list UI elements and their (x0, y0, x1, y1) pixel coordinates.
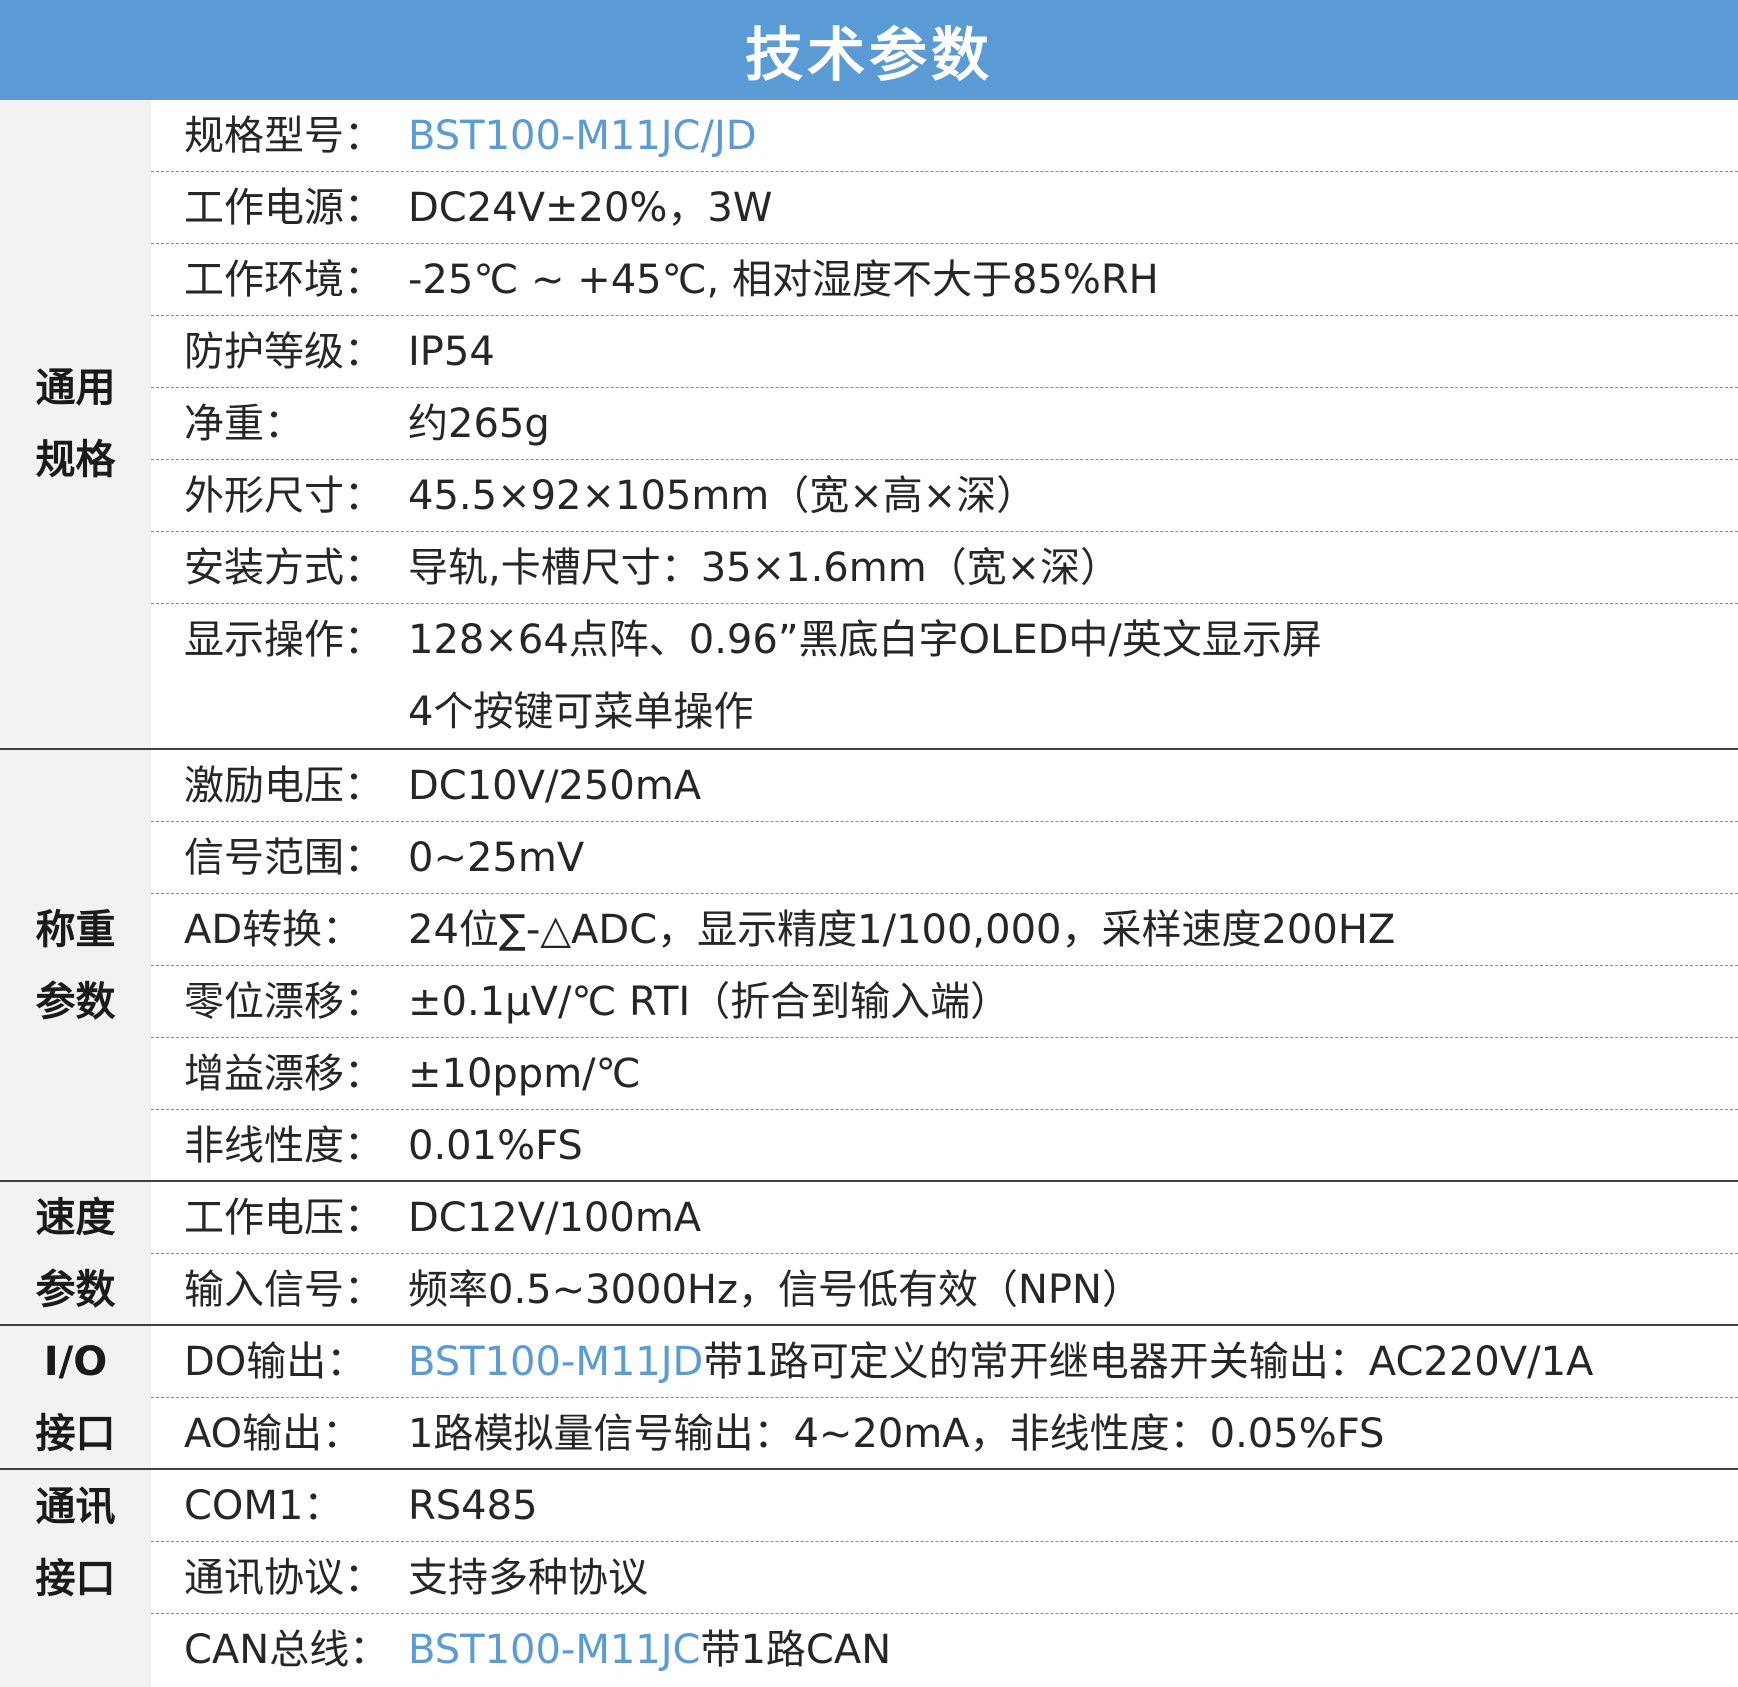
table-row: CAN总线： BST100-M11JC带1路CAN (151, 1614, 1738, 1686)
table-row: AD转换： 24位∑-△ADC，显示精度1/100,000，采样速度200HZ (151, 894, 1738, 966)
row-value: 128×64点阵、0.96”黑底白字OLED中/英文显示屏 4个按键可菜单操作 (408, 604, 1322, 748)
section-label-line: I/O (43, 1339, 108, 1385)
row-label: 净重： (184, 401, 304, 447)
table-row: AO输出： 1路模拟量信号输出：4~20mA，非线性度：0.05%FS (151, 1398, 1738, 1470)
row-label: 增益漂移： (184, 1051, 384, 1097)
section-label-line: 称重 (35, 907, 116, 953)
row-label: 通讯协议： (184, 1555, 384, 1601)
row-value: ±0.1μV/℃ RTI（折合到输入端） (408, 979, 1011, 1025)
section-label: 速度 参数 (0, 1182, 151, 1326)
row-value-line: 128×64点阵、0.96”黑底白字OLED中/英文显示屏 (408, 617, 1322, 663)
section-label-line: 接口 (35, 1411, 116, 1457)
spec-sheet: 技术参数 通用 规格 规格型号： BST100-M11JC/JD 工作电源： D… (0, 0, 1738, 1687)
row-value: BST100-M11JD带1路可定义的常开继电器开关输出：AC220V/1A (408, 1326, 1593, 1398)
section-comm: 通讯 接口 COM1： RS485 通讯协议： 支持多种协议 CAN总线： BS… (0, 1468, 1738, 1687)
table-row: 净重： 约265g (151, 388, 1738, 460)
row-value: RS485 (408, 1483, 538, 1529)
model-highlight: BST100-M11JC (408, 1627, 701, 1673)
row-label: 显示操作： (184, 617, 384, 663)
section-label-line: 接口 (35, 1555, 116, 1602)
row-value: -25℃ ~ +45℃, 相对湿度不大于85%RH (408, 257, 1159, 303)
table-row: 防护等级： IP54 (151, 316, 1738, 388)
section-label: I/O 接口 (0, 1326, 151, 1470)
row-list: 工作电压： DC12V/100mA 输入信号： 频率0.5~3000Hz，信号低… (151, 1182, 1738, 1326)
row-value: IP54 (408, 329, 495, 375)
row-label: DO输出： (184, 1339, 367, 1385)
row-label: AO输出： (184, 1411, 363, 1457)
row-value: 约265g (408, 401, 550, 447)
table-row: 规格型号： BST100-M11JC/JD (151, 100, 1738, 172)
row-label: 防护等级： (184, 329, 384, 375)
row-value: 45.5×92×105mm（宽×高×深） (408, 473, 1037, 519)
row-list: 激励电压： DC10V/250mA 信号范围： 0~25mV AD转换： 24位… (151, 750, 1738, 1182)
section-label-line: 参数 (35, 1267, 116, 1313)
table-row: 信号范围： 0~25mV (151, 822, 1738, 894)
row-label: 信号范围： (184, 835, 384, 881)
table-row: 非线性度： 0.01%FS (151, 1110, 1738, 1182)
row-value: BST100-M11JC带1路CAN (408, 1614, 891, 1686)
section-general: 通用 规格 规格型号： BST100-M11JC/JD 工作电源： DC24V±… (0, 100, 1738, 748)
row-label: 激励电压： (184, 763, 384, 809)
row-value: ±10ppm/℃ (408, 1051, 641, 1097)
title-text: 技术参数 (744, 21, 993, 89)
row-label: 工作环境： (184, 257, 384, 303)
row-value: 0~25mV (408, 835, 585, 881)
section-label-line: 速度 (35, 1195, 116, 1241)
table-row: 零位漂移： ±0.1μV/℃ RTI（折合到输入端） (151, 966, 1738, 1038)
row-label: 外形尺寸： (184, 473, 384, 519)
table-row: 显示操作： 128×64点阵、0.96”黑底白字OLED中/英文显示屏 4个按键… (151, 604, 1738, 748)
row-list: COM1： RS485 通讯协议： 支持多种协议 CAN总线： BST100-M… (151, 1470, 1738, 1686)
row-value: DC10V/250mA (408, 763, 702, 809)
section-label: 通用 规格 (0, 100, 151, 748)
row-list: 规格型号： BST100-M11JC/JD 工作电源： DC24V±20%，3W… (151, 100, 1738, 748)
row-list: DO输出： BST100-M11JD带1路可定义的常开继电器开关输出：AC220… (151, 1326, 1738, 1470)
row-value: 频率0.5~3000Hz，信号低有效（NPN） (408, 1267, 1142, 1313)
row-value: DC12V/100mA (408, 1195, 702, 1241)
section-label: 通讯 接口 (0, 1470, 151, 1687)
table-row: DO输出： BST100-M11JD带1路可定义的常开继电器开关输出：AC220… (151, 1326, 1738, 1398)
table-row: 工作环境： -25℃ ~ +45℃, 相对湿度不大于85%RH (151, 244, 1738, 316)
table-row: 安装方式： 导轨,卡槽尺寸：35×1.6mm（宽×深） (151, 532, 1738, 604)
row-label: 非线性度： (184, 1123, 384, 1169)
table-row: 激励电压： DC10V/250mA (151, 750, 1738, 822)
section-speed: 速度 参数 工作电压： DC12V/100mA 输入信号： 频率0.5~3000… (0, 1180, 1738, 1326)
row-label: AD转换： (184, 907, 363, 953)
row-value: 支持多种协议 (408, 1555, 648, 1601)
row-value: DC24V±20%，3W (408, 185, 773, 231)
section-io: I/O 接口 DO输出： BST100-M11JD带1路可定义的常开继电器开关输… (0, 1324, 1738, 1470)
row-value-text: 带1路CAN (700, 1627, 892, 1673)
row-value: 24位∑-△ADC，显示精度1/100,000，采样速度200HZ (408, 907, 1396, 953)
row-label: CAN总线： (184, 1627, 390, 1673)
section-label-line: 规格 (35, 437, 116, 483)
row-value: BST100-M11JC/JD (408, 100, 757, 172)
row-label: COM1： (184, 1483, 344, 1529)
model-highlight: BST100-M11JD (408, 1339, 704, 1385)
table-row: 输入信号： 频率0.5~3000Hz，信号低有效（NPN） (151, 1254, 1738, 1326)
row-value: 1路模拟量信号输出：4~20mA，非线性度：0.05%FS (408, 1411, 1385, 1457)
model-highlight: BST100-M11JC/JD (408, 113, 757, 159)
row-label: 工作电压： (184, 1195, 384, 1241)
table-row: 工作电源： DC24V±20%，3W (151, 172, 1738, 244)
section-weighing: 称重 参数 激励电压： DC10V/250mA 信号范围： 0~25mV AD转… (0, 748, 1738, 1182)
row-label: 输入信号： (184, 1267, 384, 1313)
row-value: 导轨,卡槽尺寸：35×1.6mm（宽×深） (408, 545, 1121, 591)
section-label-line: 通用 (35, 365, 116, 411)
row-value-text: 带1路可定义的常开继电器开关输出：AC220V/1A (703, 1339, 1594, 1385)
section-label-line: 参数 (35, 979, 116, 1025)
row-label: 工作电源： (184, 185, 384, 231)
table-row: 增益漂移： ±10ppm/℃ (151, 1038, 1738, 1110)
table-row: 通讯协议： 支持多种协议 (151, 1542, 1738, 1614)
row-label: 安装方式： (184, 545, 384, 591)
page-title: 技术参数 (0, 0, 1738, 100)
table-row: 工作电压： DC12V/100mA (151, 1182, 1738, 1254)
section-label-line: 通讯 (35, 1483, 116, 1530)
table-row: 外形尺寸： 45.5×92×105mm（宽×高×深） (151, 460, 1738, 532)
row-value-line: 4个按键可菜单操作 (408, 689, 754, 735)
row-label: 规格型号： (184, 113, 384, 159)
section-label: 称重 参数 (0, 750, 151, 1182)
row-value: 0.01%FS (408, 1123, 583, 1169)
row-label: 零位漂移： (184, 979, 384, 1025)
table-row: COM1： RS485 (151, 1470, 1738, 1542)
